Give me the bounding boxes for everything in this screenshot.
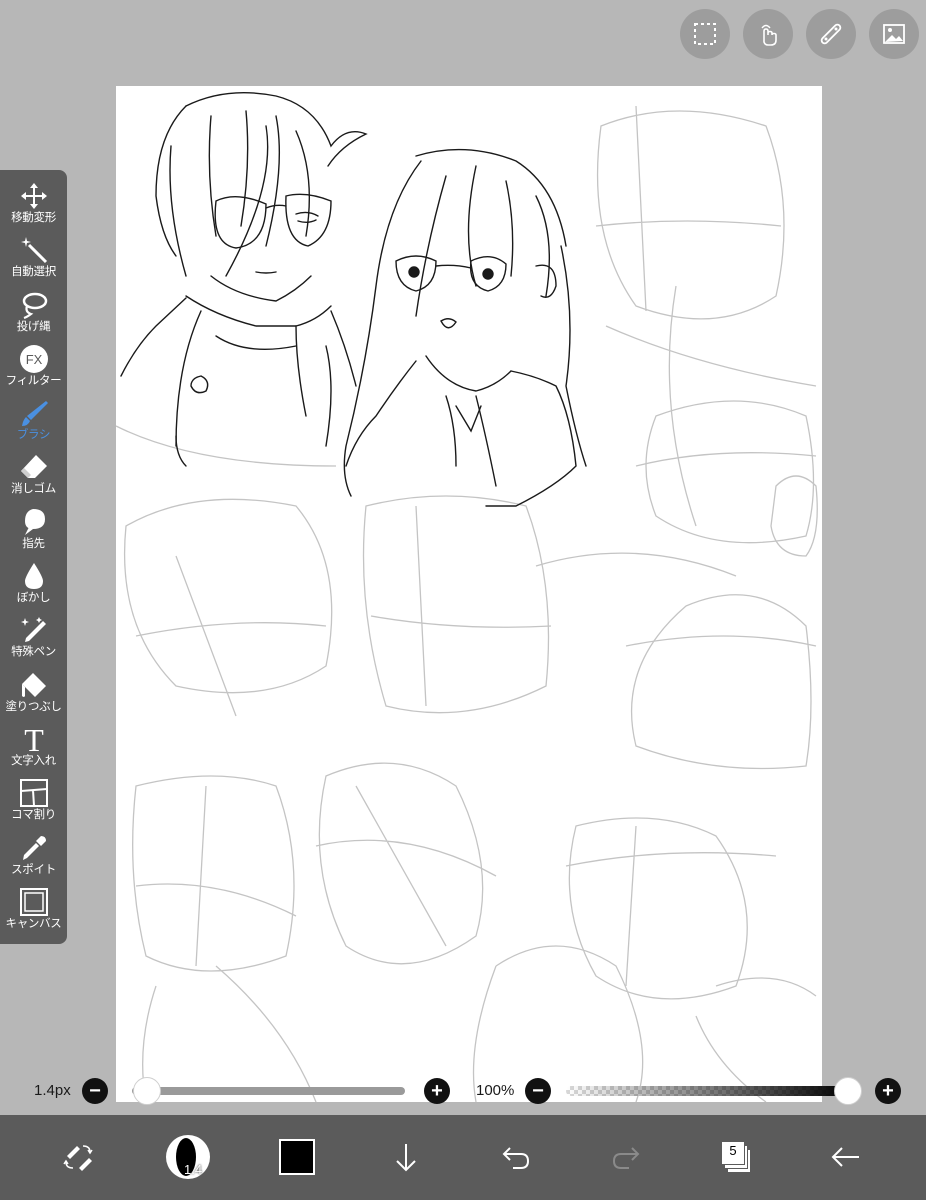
bottom-toolbar: 1.4 5 — [0, 1115, 926, 1200]
color-button[interactable] — [269, 1127, 325, 1187]
fx-icon: FX — [19, 344, 48, 373]
tool-frame[interactable]: コマ割り — [0, 777, 67, 831]
image-icon — [883, 24, 905, 44]
svg-text:T: T — [24, 724, 44, 754]
tool-label: フィルター — [5, 374, 62, 387]
tool-label: ぼかし — [16, 592, 51, 605]
tool-brush[interactable]: ブラシ — [0, 397, 67, 451]
tool-special-pen[interactable]: 特殊ペン — [0, 614, 67, 668]
ruler-button[interactable] — [806, 9, 856, 59]
ruler-icon — [820, 23, 842, 45]
brush-size-decrease-button[interactable]: − — [82, 1078, 108, 1104]
tool-blur[interactable]: ぼかし — [0, 560, 67, 614]
tool-eraser[interactable]: 消しゴム — [0, 451, 67, 505]
tool-label: 自動選択 — [11, 266, 56, 279]
tool-label: 消しゴム — [11, 483, 56, 496]
tool-label: 移動変形 — [11, 212, 56, 224]
tool-finger[interactable]: 指先 — [0, 506, 67, 560]
tool-label: 指先 — [22, 537, 45, 550]
arrow-left-icon — [831, 1147, 859, 1167]
redo-icon — [612, 1147, 640, 1169]
tool-label: キャンバス — [5, 917, 62, 930]
blur-drop-icon — [24, 563, 43, 590]
brush-eraser-swap-icon — [63, 1145, 93, 1171]
undo-button[interactable] — [488, 1127, 544, 1187]
tool-label: 投げ縄 — [16, 320, 51, 333]
brush-preview-button[interactable]: 1.4 — [160, 1127, 216, 1187]
touch-gesture-button[interactable] — [743, 9, 793, 59]
layers-icon: 5 — [719, 1139, 753, 1175]
tool-magic-wand[interactable]: 自動選択 — [0, 234, 67, 288]
lasso-icon — [22, 292, 47, 319]
selection-icon — [694, 23, 716, 45]
opacity-decrease-button[interactable]: − — [525, 1078, 551, 1104]
image-button[interactable] — [869, 9, 919, 59]
brush-preview: 1.4 — [166, 1135, 210, 1179]
special-pen-icon — [20, 617, 46, 643]
tool-lasso[interactable]: 投げ縄 — [0, 289, 67, 343]
text-icon: T — [24, 724, 44, 754]
tool-label: ブラシ — [16, 429, 51, 442]
touch-gesture-icon — [761, 24, 777, 46]
opacity-thumb[interactable] — [834, 1077, 862, 1105]
canvas-icon — [19, 887, 48, 916]
tool-label: 文字入れ — [11, 754, 56, 767]
svg-text:FX: FX — [25, 352, 42, 367]
brush-icon — [21, 401, 48, 427]
selection-button[interactable] — [680, 9, 730, 59]
arrow-down-icon — [396, 1144, 416, 1172]
tool-label: スポイト — [11, 863, 56, 876]
brush-size-increase-button[interactable]: + — [424, 1078, 450, 1104]
eraser-icon — [20, 455, 47, 479]
tool-filter[interactable]: FX フィルター — [0, 343, 67, 397]
back-button[interactable] — [818, 1127, 874, 1187]
brush-sliders: 1.4px − + 100% − + — [0, 1076, 926, 1106]
tool-label: 特殊ペン — [11, 646, 56, 659]
layers-button[interactable]: 5 — [708, 1127, 764, 1187]
current-color-swatch — [279, 1139, 315, 1175]
tool-move[interactable]: 移動変形 — [0, 180, 67, 234]
magic-wand-icon — [20, 237, 47, 264]
tool-label: 塗りつぶし — [5, 700, 62, 713]
tool-palette: 移動変形 自動選択 投げ縄 FX フィルター ブラシ 消しゴム 指先 ぼかし 特… — [0, 170, 67, 944]
brush-size-label: 1.4px — [34, 1082, 71, 1099]
brush-size-thumb[interactable] — [133, 1077, 162, 1105]
opacity-increase-button[interactable]: + — [875, 1078, 901, 1104]
layer-count: 5 — [729, 1143, 737, 1158]
import-down-button[interactable] — [378, 1127, 434, 1187]
move-arrows-icon — [20, 183, 47, 209]
tool-canvas[interactable]: キャンバス — [0, 886, 67, 940]
opacity-slider[interactable] — [566, 1086, 848, 1096]
opacity-label: 100% — [476, 1082, 515, 1099]
finger-icon — [24, 508, 45, 535]
undo-icon — [502, 1147, 530, 1169]
tool-label: コマ割り — [11, 809, 56, 822]
sketch-artwork — [116, 92, 818, 1102]
frame-divider-icon — [19, 779, 48, 808]
bucket-icon — [21, 672, 46, 697]
tool-text[interactable]: T 文字入れ — [0, 723, 67, 777]
drawing-canvas[interactable] — [116, 86, 822, 1102]
swap-brush-eraser-button[interactable] — [50, 1127, 106, 1187]
tool-eyedropper[interactable]: スポイト — [0, 832, 67, 886]
brush-preview-value: 1.4 — [184, 1162, 203, 1177]
tool-fill[interactable]: 塗りつぶし — [0, 669, 67, 723]
brush-size-slider[interactable] — [132, 1087, 405, 1095]
eyedropper-icon — [22, 835, 46, 860]
redo-button[interactable] — [598, 1127, 654, 1187]
